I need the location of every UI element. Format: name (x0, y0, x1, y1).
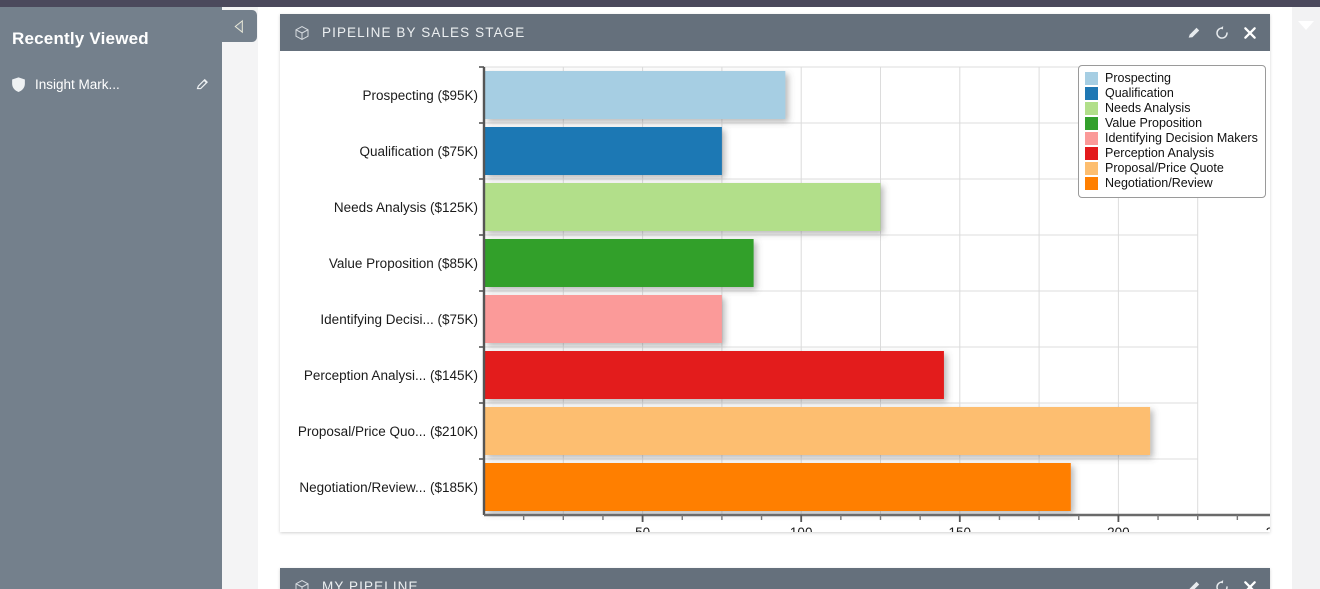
legend-label: Value Proposition (1105, 116, 1203, 130)
cube-icon (294, 579, 310, 589)
panel-pipeline-by-sales-stage: PIPELINE BY SALES STAGE Prospecting ($95… (280, 14, 1270, 532)
sidebar-collapse-button[interactable] (222, 10, 257, 42)
legend-label: Proposal/Price Quote (1105, 161, 1224, 175)
legend-item[interactable]: Prospecting (1085, 71, 1258, 86)
sidebar-title: Recently Viewed (12, 29, 149, 48)
close-icon[interactable] (1242, 25, 1258, 41)
edit-icon[interactable] (1186, 25, 1202, 41)
app-root: Recently Viewed Insight Mark... PIPELINE… (0, 0, 1320, 589)
legend-swatch (1085, 162, 1098, 175)
triangle-left-icon (234, 19, 243, 33)
legend-swatch (1085, 72, 1098, 85)
y-axis-tick-label: Proposal/Price Quo... ($210K) (298, 424, 478, 439)
refresh-icon[interactable] (1214, 579, 1230, 589)
legend-label: Needs Analysis (1105, 101, 1191, 115)
y-axis-tick-label: Identifying Decisi... ($75K) (320, 312, 478, 327)
legend-label: Identifying Decision Makers (1105, 131, 1258, 145)
legend-swatch (1085, 177, 1098, 190)
chart-y-axis: Prospecting ($95K) Qualification ($75K) Ne… (298, 66, 486, 515)
legend-item[interactable]: Proposal/Price Quote (1085, 161, 1258, 176)
x-axis-tick-label: 200 (1107, 525, 1130, 532)
legend-label: Perception Analysis (1105, 146, 1215, 160)
edit-icon[interactable] (1186, 579, 1202, 589)
legend-item[interactable]: Negotiation/Review (1085, 176, 1258, 191)
legend-item[interactable]: Identifying Decision Makers (1085, 131, 1258, 146)
panel-header: MY PIPELINE (280, 568, 1270, 589)
scroll-up-arrow-icon[interactable] (1298, 21, 1314, 30)
legend-swatch (1085, 102, 1098, 115)
top-app-bar (0, 0, 1320, 7)
refresh-icon[interactable] (1214, 25, 1230, 41)
panel-title: PIPELINE BY SALES STAGE (322, 25, 526, 40)
panel-actions (1186, 25, 1258, 41)
close-icon[interactable] (1242, 579, 1258, 589)
legend-swatch (1085, 132, 1098, 145)
y-axis-tick-label: Perception Analysi... ($145K) (304, 368, 478, 383)
y-axis-tick-label: Prospecting ($95K) (362, 88, 478, 103)
x-axis-tick-label: 100 (790, 525, 813, 532)
panel-actions (1186, 579, 1258, 589)
y-axis-tick-label: Value Proposition ($85K) (329, 256, 478, 271)
sidebar-gutter (222, 7, 258, 589)
legend-label: Qualification (1105, 86, 1174, 100)
x-axis-tick-label: 250 (1266, 525, 1270, 532)
legend-label: Negotiation/Review (1105, 176, 1213, 190)
recently-viewed-sidebar: Recently Viewed Insight Mark... (0, 7, 222, 589)
vertical-scrollbar[interactable] (1292, 7, 1320, 589)
pencil-icon[interactable] (195, 77, 210, 92)
panel-my-pipeline: MY PIPELINE (280, 568, 1270, 589)
legend-item[interactable]: Needs Analysis (1085, 101, 1258, 116)
y-axis-tick-label: Negotiation/Review... ($185K) (299, 480, 478, 495)
chart-legend: Prospecting Qualification Needs Analysis Va… (1078, 65, 1266, 198)
y-axis-tick-label: Needs Analysis ($125K) (334, 200, 478, 215)
x-axis-tick-label: 50 (635, 525, 650, 532)
chart-x-axis: 50 100 150 200 250 (484, 513, 1270, 532)
y-axis-tick-label: Qualification ($75K) (359, 144, 478, 159)
legend-item[interactable]: Value Proposition (1085, 116, 1258, 131)
panel-title: MY PIPELINE (322, 579, 419, 589)
list-item[interactable]: Insight Mark... (0, 69, 222, 99)
pipeline-bar-chart: Prospecting ($95K) Qualification ($75K) Ne… (280, 51, 1270, 532)
shield-icon (10, 76, 27, 93)
legend-swatch (1085, 147, 1098, 160)
dashboard-canvas: PIPELINE BY SALES STAGE Prospecting ($95… (258, 7, 1292, 589)
legend-label: Prospecting (1105, 71, 1172, 85)
list-item-label: Insight Mark... (35, 76, 120, 92)
legend-swatch (1085, 117, 1098, 130)
legend-item[interactable]: Perception Analysis (1085, 146, 1258, 161)
panel-body: Prospecting ($95K) Qualification ($75K) Ne… (280, 51, 1270, 532)
cube-icon (294, 25, 310, 41)
legend-item[interactable]: Qualification (1085, 86, 1258, 101)
x-axis-tick-label: 150 (949, 525, 972, 532)
legend-swatch (1085, 87, 1098, 100)
panel-header: PIPELINE BY SALES STAGE (280, 14, 1270, 51)
recently-viewed-list: Insight Mark... (0, 69, 222, 99)
